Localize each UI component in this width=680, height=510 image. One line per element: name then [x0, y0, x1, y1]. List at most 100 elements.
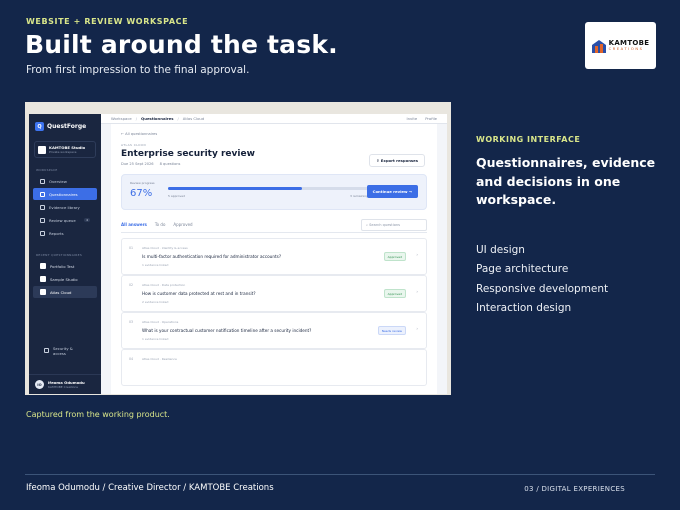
question-meta: Atlas Cloud · Operations	[142, 320, 179, 324]
question-number: 01	[129, 246, 134, 250]
grid-icon	[40, 178, 45, 184]
content-panel: ← All questionnaires ATLAS CLOUD Enterpr…	[111, 124, 437, 394]
continue-review-button[interactable]: Continue review →	[366, 185, 418, 198]
sidebar-brand[interactable]: Q QuestForge	[29, 114, 101, 139]
list-icon	[40, 191, 45, 197]
tab-all-answers[interactable]: All answers	[121, 222, 147, 227]
folder-icon	[40, 204, 45, 210]
search-input[interactable]: ⌕ Search questions	[361, 219, 427, 231]
breadcrumb-separator: /	[177, 116, 179, 121]
user-profile[interactable]: IO Ifeoma Odumodu KAMTOBE Creations	[29, 374, 101, 394]
sidebar-section-workspace: WORKSPACE	[36, 168, 58, 172]
brand-name: QuestForge	[47, 123, 87, 130]
service-item: Interaction design	[476, 301, 572, 314]
question-list: 01 Atlas Cloud · Identity & access Is mult…	[121, 238, 427, 386]
question-number: 02	[129, 283, 134, 287]
sidebar-item-label: Overview	[49, 178, 67, 184]
section-label: ATLAS CLOUD	[121, 143, 147, 147]
question-meta: Atlas Cloud · Data protection	[142, 283, 186, 287]
logo-name: KAMTOBE	[608, 38, 650, 47]
right-headline: Questionnaires, evidence and decisions i…	[476, 155, 656, 207]
sidebar-item-label: Security & access	[53, 345, 73, 356]
sidebar-item-review-queue[interactable]: Review queue 4	[33, 214, 97, 226]
recent-label: Portfolio Test	[50, 263, 75, 269]
workspace-logo-icon	[38, 145, 46, 154]
chevron-right-icon: ›	[416, 289, 418, 294]
kamtobe-logo: KAMTOBE CREATIONS	[585, 22, 656, 69]
service-item: Responsive development	[476, 282, 609, 295]
user-org: KAMTOBE Creations	[48, 385, 78, 389]
footer-divider	[25, 474, 655, 475]
back-label: All questionnaires	[125, 132, 158, 136]
sidebar-item-label: Review queue	[49, 217, 76, 223]
status-badge: Approved	[383, 289, 406, 298]
invite-button[interactable]: Invite	[407, 116, 418, 121]
recent-questionnaire[interactable]: Portfolio Test	[33, 260, 97, 272]
logo-tagline: CREATIONS	[608, 46, 644, 51]
progress-bar	[168, 187, 368, 190]
kamtobe-logo-icon	[591, 39, 606, 53]
page-title: Built around the task.	[25, 30, 338, 59]
sidebar-item-overview[interactable]: Overview	[33, 175, 97, 187]
questforge-logo-icon: Q	[35, 122, 44, 131]
inbox-icon	[40, 217, 45, 223]
evidence-count: 1 evidence linked	[142, 337, 169, 341]
questionnaire-icon	[40, 263, 46, 269]
kicker: WEBSITE + REVIEW WORKSPACE	[26, 17, 189, 26]
avatar: IO	[35, 380, 44, 389]
continue-label: Continue review	[372, 189, 408, 194]
question-row[interactable]: 02 Atlas Cloud · Data protection How is cu…	[121, 275, 427, 312]
progress-label: Review progress	[130, 181, 155, 185]
product-screenshot: Q QuestForge KAMTOBE Studio Private work…	[25, 102, 451, 395]
recent-questionnaire[interactable]: Atlas Cloud	[33, 286, 97, 298]
status-badge: Needs review	[377, 326, 406, 335]
breadcrumb-workspace[interactable]: Workspace	[111, 116, 132, 121]
progress-value: 67%	[130, 188, 153, 199]
export-button[interactable]: ⇪ Export responses	[369, 154, 425, 167]
question-row[interactable]: 01 Atlas Cloud · Identity & access Is mult…	[121, 238, 427, 275]
status-badge: Approved	[383, 252, 406, 261]
question-text: Is multi-factor authentication required …	[142, 254, 282, 259]
evidence-count: 1 evidence linked	[142, 263, 169, 267]
right-kicker: WORKING INTERFACE	[476, 135, 581, 144]
subtitle: From first impression to the final appro…	[26, 64, 250, 76]
export-label: Export responses	[380, 158, 418, 163]
question-count: 8 questions	[159, 162, 181, 166]
sidebar-item-security[interactable]: Security & access	[37, 342, 93, 359]
count-badge: 4	[84, 218, 90, 222]
question-meta: Atlas Cloud · Resilience	[142, 357, 177, 361]
shield-icon	[44, 348, 49, 353]
workspace-switcher[interactable]: KAMTOBE Studio Private workspace	[34, 141, 96, 158]
chart-icon	[40, 230, 45, 236]
evidence-count: 2 evidence linked	[142, 300, 169, 304]
remaining-count: 3 remaining	[350, 194, 369, 198]
recent-label: Sample Studio	[50, 276, 78, 282]
recent-questionnaire[interactable]: Sample Studio	[33, 273, 97, 285]
question-meta: Atlas Cloud · Identity & access	[142, 246, 188, 250]
workspace-sub: Private workspace	[49, 150, 77, 154]
topbar: Workspace / Questionnaires / Atlas Cloud…	[101, 114, 447, 124]
question-row[interactable]: 04 Atlas Cloud · Resilience	[121, 349, 427, 386]
tab-to-do[interactable]: To do	[155, 222, 165, 227]
question-text: How is customer data protected at rest a…	[142, 291, 256, 296]
breadcrumb-questionnaires[interactable]: Questionnaires	[141, 116, 173, 121]
app-window: Q QuestForge KAMTOBE Studio Private work…	[29, 114, 447, 394]
sidebar: Q QuestForge KAMTOBE Studio Private work…	[29, 114, 101, 394]
profile-button[interactable]: Profile	[425, 116, 437, 121]
sidebar-section-recent: RECENT QUESTIONNAIRES	[36, 253, 83, 257]
answer-tabs: All answers To do Approved ⌕ Search questi…	[121, 219, 427, 233]
questionnaire-icon	[40, 289, 46, 295]
tab-approved[interactable]: Approved	[173, 222, 192, 227]
progress-card: Review progress 67% 5 approved 3 remaini…	[121, 174, 427, 210]
back-link[interactable]: ← All questionnaires	[121, 132, 427, 136]
breadcrumb-separator: /	[135, 116, 138, 121]
sidebar-item-evidence-library[interactable]: Evidence library	[33, 201, 97, 213]
sidebar-item-reports[interactable]: Reports	[33, 227, 97, 239]
due-date: Due 25 Sept 2026	[121, 162, 154, 166]
question-row[interactable]: 03 Atlas Cloud · Operations What is your c…	[121, 312, 427, 349]
chevron-right-icon: ›	[416, 252, 418, 257]
questionnaire-icon	[40, 276, 46, 282]
sidebar-item-label: Evidence library	[49, 204, 80, 210]
sidebar-item-questionnaires[interactable]: Questionnaires	[33, 188, 97, 200]
sidebar-item-label: Reports	[49, 230, 64, 236]
